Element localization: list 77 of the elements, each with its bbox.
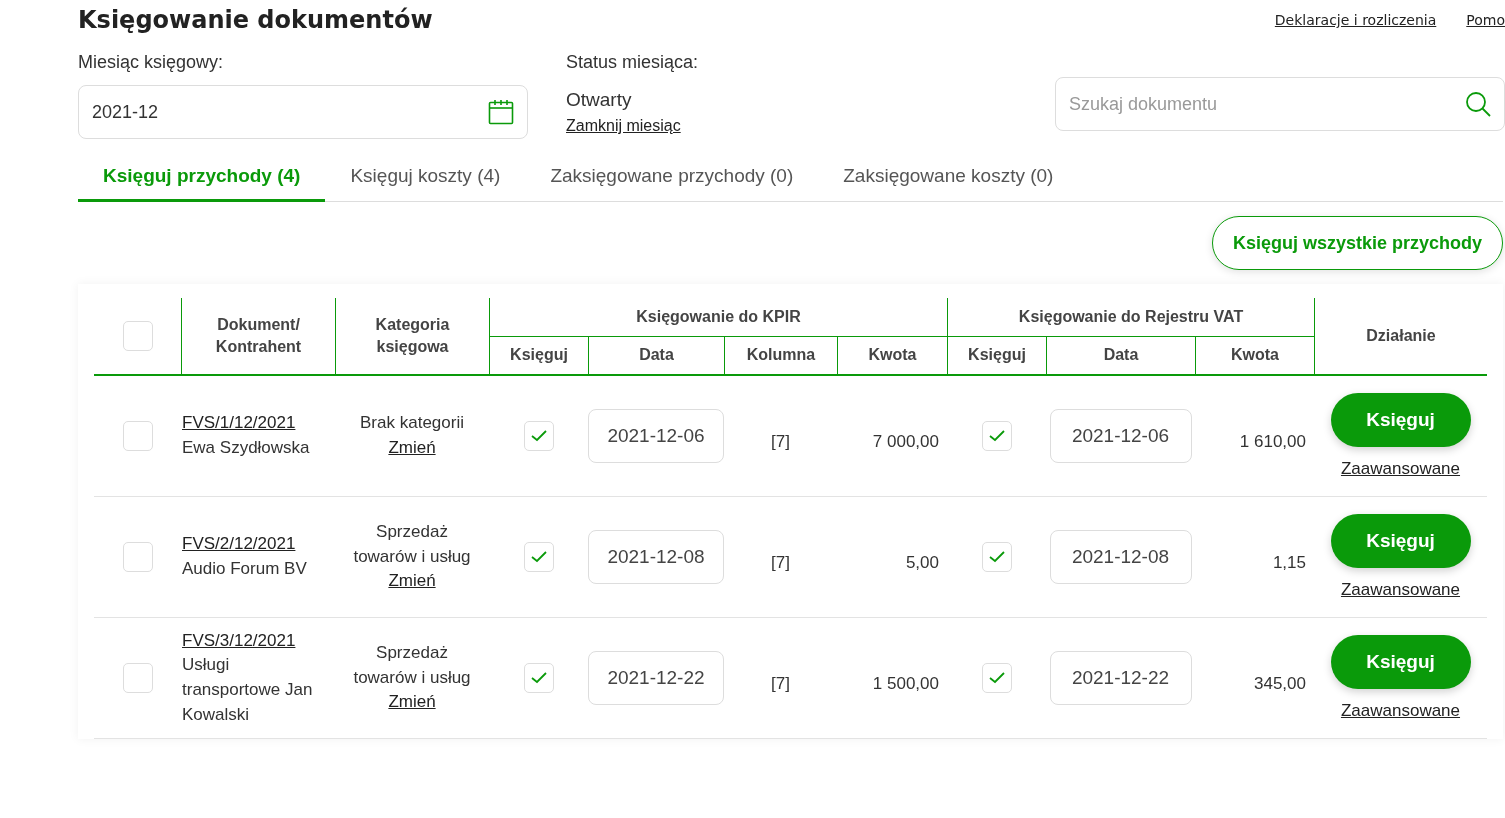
advanced-link[interactable]: Zaawansowane	[1340, 580, 1461, 600]
checkbox[interactable]	[122, 421, 153, 451]
document-link[interactable]: FVS/2/12/2021	[182, 532, 296, 557]
table-cell: 5,00	[905, 553, 939, 573]
field-label: Miesiąc księgowy:	[78, 52, 225, 73]
column-header: Księguj	[489, 337, 588, 374]
check-icon	[988, 672, 1005, 684]
column-header: Dokument/ Kontrahent	[181, 298, 335, 374]
tab[interactable]: Zaksięgowane przychody (0)	[525, 155, 819, 202]
column-header: Kategoria księgowa	[335, 298, 489, 374]
column-group-header: Księgowanie do Rejestru VAT	[947, 298, 1314, 337]
change-link[interactable]: Zmień	[388, 436, 436, 461]
document-link[interactable]: FVS/1/12/2021	[182, 411, 296, 436]
contractor-name: Ewa Szydłowska	[182, 437, 310, 459]
check-icon	[988, 551, 1005, 563]
change-link[interactable]: Zmień	[388, 569, 436, 594]
column-header: Kolumna	[724, 337, 837, 374]
date-field[interactable]: 2021-12-22	[1049, 651, 1192, 705]
close-month-link[interactable]: Zamknij miesiąc	[566, 117, 681, 135]
checkbox[interactable]	[523, 663, 554, 693]
advanced-link[interactable]: Zaawansowane	[1340, 701, 1461, 721]
date-field[interactable]: 2021-12-06	[588, 409, 724, 463]
column-header: Data	[1046, 337, 1195, 374]
search-field[interactable]: Szukaj dokumentu	[1055, 77, 1505, 131]
search-icon	[1465, 91, 1491, 117]
tab[interactable]: Księguj przychody (4)	[78, 155, 326, 202]
check-icon	[530, 672, 547, 684]
table-cell: 345,00	[1254, 674, 1306, 694]
field-label: Status miesiąca:	[566, 52, 700, 73]
checkbox[interactable]	[981, 542, 1012, 572]
month-field[interactable]: 2021-12	[78, 85, 528, 139]
check-icon	[530, 551, 547, 563]
category-text: Sprzedaż towarów i usług	[352, 642, 472, 689]
category-text: Sprzedaż towarów i usług	[352, 521, 472, 568]
header-link[interactable]: Deklaracje i rozliczenia	[1274, 12, 1437, 28]
check-icon	[530, 430, 547, 442]
date-field[interactable]: 2021-12-08	[588, 530, 724, 584]
table-cell: [7]	[771, 674, 790, 694]
status-value: Otwarty	[566, 89, 633, 111]
tab[interactable]: Zaksięgowane koszty (0)	[818, 155, 1079, 202]
checkbox[interactable]	[122, 542, 153, 572]
page-title: Księgowanie dokumentów	[78, 6, 434, 34]
post-all-button[interactable]: Księguj wszystkie przychody	[1211, 216, 1503, 270]
table-cell: 1 500,00	[872, 674, 939, 694]
calendar-icon	[488, 99, 514, 125]
checkbox[interactable]	[122, 663, 153, 693]
change-link[interactable]: Zmień	[388, 690, 436, 715]
table-cell: [7]	[771, 553, 790, 573]
tab[interactable]: Księguj koszty (4)	[325, 155, 526, 202]
checkbox[interactable]	[122, 321, 153, 351]
header-link[interactable]: Pomo	[1466, 12, 1505, 28]
category-text: Brak kategorii	[360, 412, 464, 435]
table-cell: 7 000,00	[872, 432, 939, 452]
table-cell: [7]	[771, 432, 790, 452]
post-button[interactable]: Księguj	[1330, 635, 1471, 689]
post-button[interactable]: Księguj	[1330, 393, 1471, 447]
contractor-name: Audio Forum BV	[182, 558, 307, 580]
column-header: Działanie	[1314, 298, 1487, 374]
document-link[interactable]: FVS/3/12/2021	[182, 628, 296, 654]
date-field[interactable]: 2021-12-22	[588, 651, 724, 705]
date-field[interactable]: 2021-12-08	[1049, 530, 1192, 584]
table-cell: 1,15	[1272, 553, 1306, 573]
contractor-name: Usługi transportowe Jan Kowalski	[182, 654, 314, 726]
checkbox[interactable]	[523, 421, 554, 451]
checkbox[interactable]	[523, 542, 554, 572]
checkbox[interactable]	[981, 421, 1012, 451]
table-cell: 1 610,00	[1239, 432, 1306, 452]
checkbox[interactable]	[981, 663, 1012, 693]
date-field[interactable]: 2021-12-06	[1049, 409, 1192, 463]
column-header: Księguj	[947, 337, 1046, 374]
column-header: Data	[588, 337, 724, 374]
column-group-header: Księgowanie do KPIR	[489, 298, 947, 337]
check-icon	[988, 430, 1005, 442]
column-header: Kwota	[1195, 337, 1314, 374]
column-header: Kwota	[837, 337, 947, 374]
post-button[interactable]: Księguj	[1330, 514, 1471, 568]
advanced-link[interactable]: Zaawansowane	[1340, 459, 1461, 479]
